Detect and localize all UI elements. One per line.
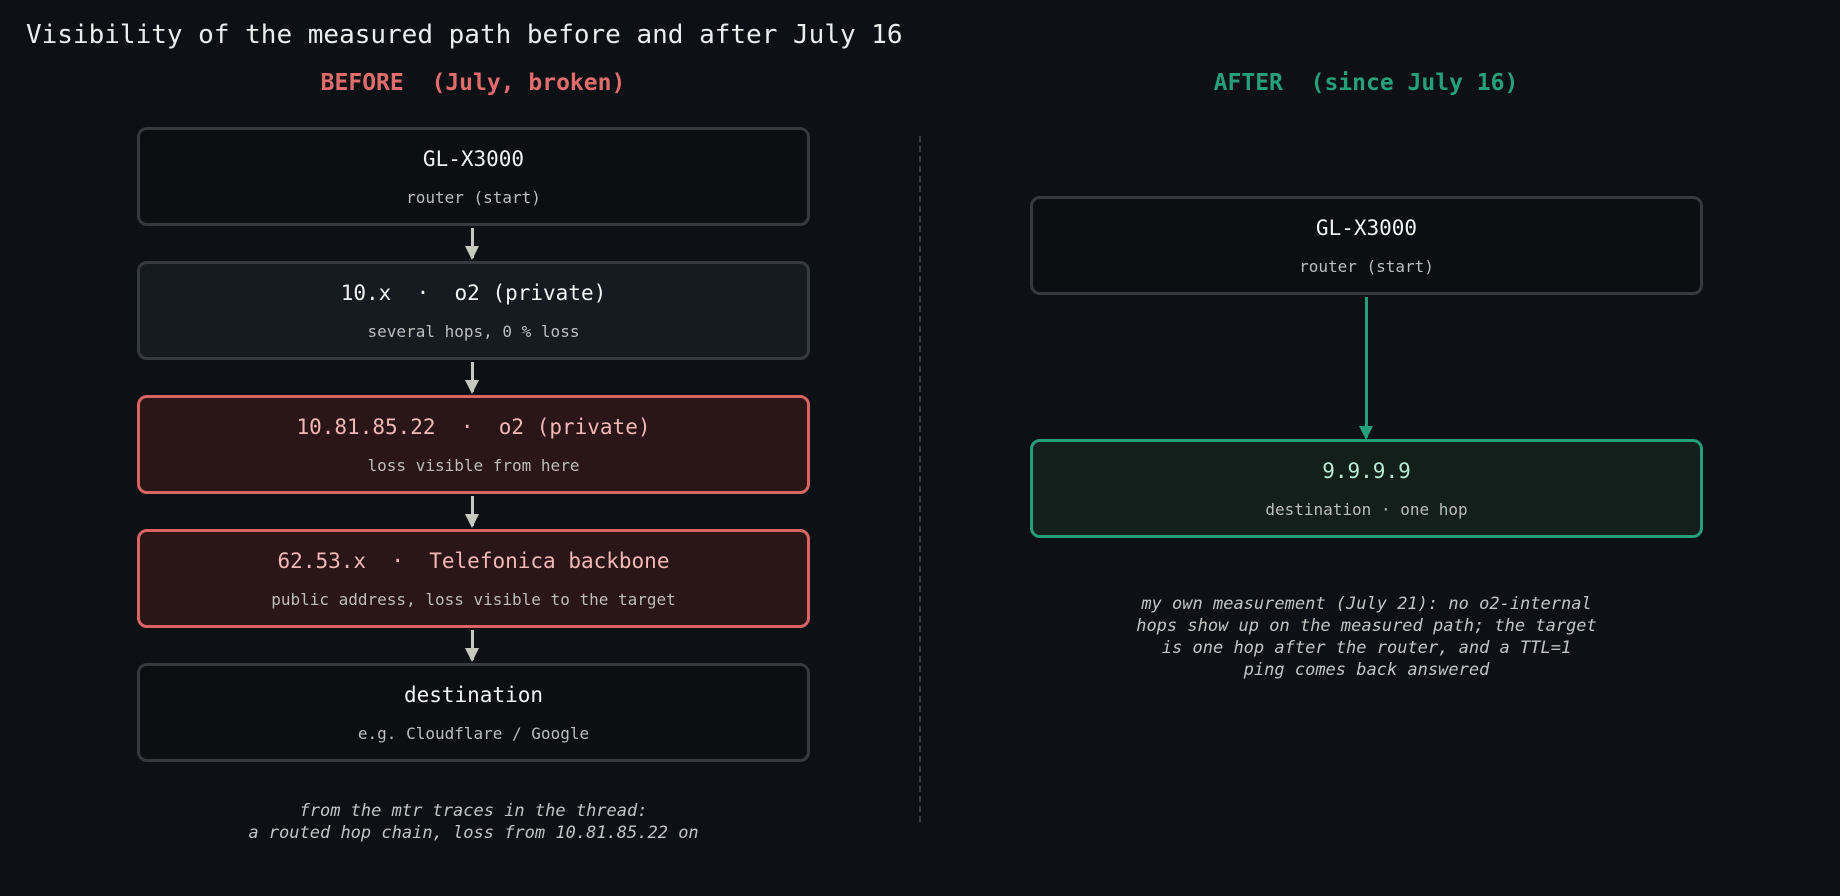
column-divider — [919, 136, 921, 822]
footnote-line: is one hop after the router, and a TTL=1 — [1161, 638, 1572, 658]
node-sublabel: loss visible from here — [367, 456, 580, 475]
arrow-down-icon — [465, 228, 479, 260]
before-node-router: GL-X3000 router (start) — [137, 127, 810, 226]
node-sublabel: e.g. Cloudflare / Google — [357, 724, 590, 743]
arrow-down-icon — [465, 496, 479, 528]
arrow-down-icon — [1359, 297, 1373, 440]
node-sublabel: several hops, 0 % loss — [367, 322, 580, 341]
before-node-telefonica-backbone: 62.53.x · Telefonica backbone public add… — [137, 529, 810, 628]
node-sublabel: public address, loss visible to the targ… — [271, 590, 676, 609]
footnote-line: a routed hop chain, loss from 10.81.85.2… — [248, 823, 699, 843]
footnote-line: from the mtr traces in the thread: — [299, 801, 648, 821]
node-label: GL-X3000 — [1315, 216, 1418, 240]
diagram-title: Visibility of the measured path before a… — [26, 20, 903, 50]
node-sublabel: router (start) — [406, 188, 541, 207]
before-footnote: from the mtr traces in the thread: a rout… — [137, 800, 810, 844]
arrow-down-icon — [465, 362, 479, 394]
before-node-destination: destination e.g. Cloudflare / Google — [137, 663, 810, 762]
node-label: GL-X3000 — [422, 147, 525, 171]
node-label: destination — [403, 683, 544, 707]
footnote-line: ping comes back answered — [1243, 660, 1490, 680]
before-node-loss-start: 10.81.85.22 · o2 (private) loss visible … — [137, 395, 810, 494]
before-node-o2-private-hops: 10.x · o2 (private) several hops, 0 % lo… — [137, 261, 810, 360]
node-label: 9.9.9.9 — [1322, 459, 1411, 483]
footnote-line: hops show up on the measured path; the t… — [1136, 616, 1597, 636]
after-heading: AFTER (since July 16) — [1213, 70, 1519, 96]
before-heading: BEFORE (July, broken) — [320, 70, 626, 96]
after-footnote: my own measurement (July 21): no o2-inte… — [1030, 593, 1703, 681]
node-sublabel: destination · one hop — [1265, 500, 1468, 519]
node-label: 10.x · o2 (private) — [340, 281, 607, 305]
node-sublabel: router (start) — [1299, 257, 1434, 276]
arrow-down-icon — [465, 630, 479, 662]
after-node-destination: 9.9.9.9 destination · one hop — [1030, 439, 1703, 538]
footnote-line: my own measurement (July 21): no o2-inte… — [1141, 594, 1592, 614]
node-label: 10.81.85.22 · o2 (private) — [296, 415, 651, 439]
after-node-router: GL-X3000 router (start) — [1030, 196, 1703, 295]
node-label: 62.53.x · Telefonica backbone — [277, 549, 670, 573]
